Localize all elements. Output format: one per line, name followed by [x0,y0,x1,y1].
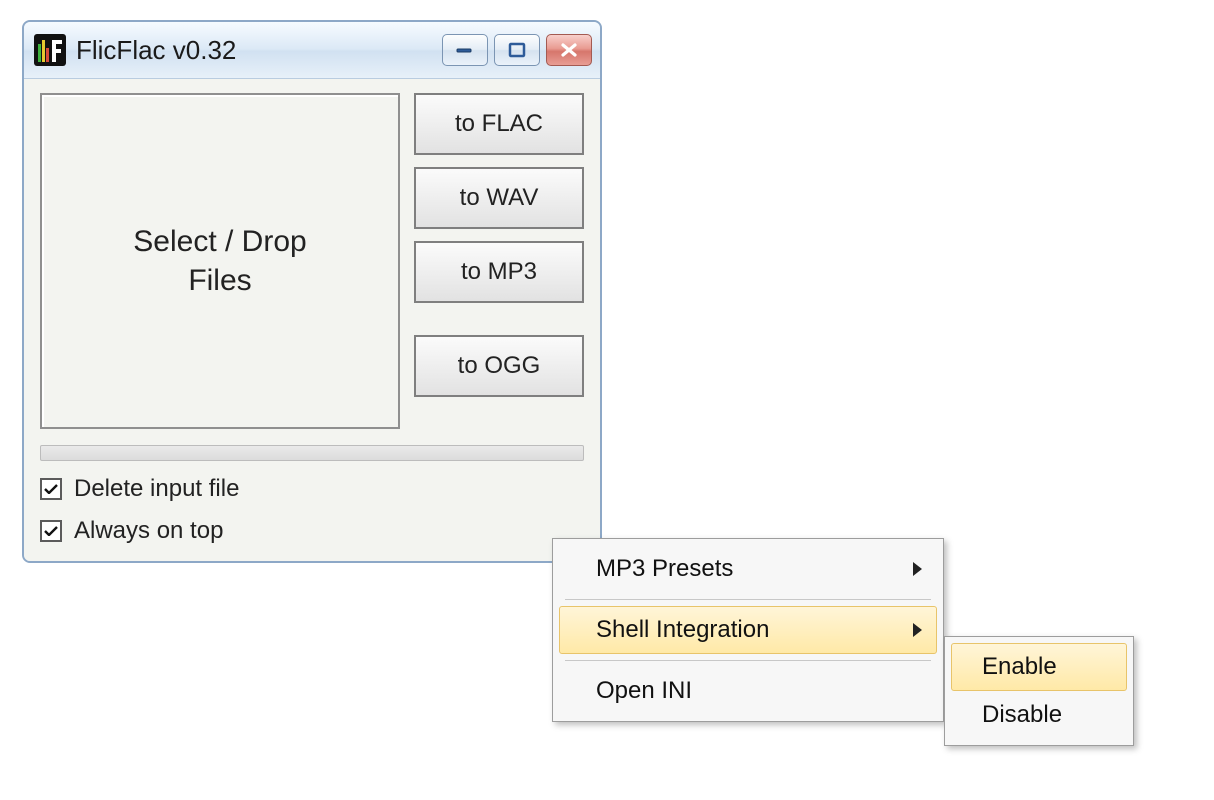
menu-separator [565,660,931,661]
menu-mp3-presets-label: MP3 Presets [596,555,733,583]
delete-input-label: Delete input file [74,475,239,503]
menu-separator [565,599,931,600]
menu-open-ini[interactable]: Open INI [559,667,937,715]
menu-shell-integration-label: Shell Integration [596,616,769,644]
context-menu: MP3 Presets Shell Integration Open INI [552,538,944,722]
option-delete-input[interactable]: Delete input file [40,475,584,503]
submenu-enable[interactable]: Enable [951,643,1127,691]
window-controls [442,34,592,66]
delete-input-checkbox[interactable] [40,478,62,500]
app-icon [34,34,66,66]
titlebar[interactable]: FlicFlac v0.32 [24,22,600,79]
option-always-on-top[interactable]: Always on top [40,517,584,545]
checkmark-icon [44,484,58,494]
submenu-enable-label: Enable [982,653,1057,681]
drop-zone-label: Select / Drop Files [133,222,306,300]
close-button[interactable] [546,34,592,66]
submenu-disable[interactable]: Disable [951,691,1127,739]
window-title: FlicFlac v0.32 [76,35,442,66]
menu-open-ini-label: Open INI [596,677,692,705]
to-mp3-button[interactable]: to MP3 [414,241,584,303]
to-ogg-label: to OGG [458,352,541,380]
app-window: FlicFlac v0.32 Select / Drop Fil [22,20,602,563]
always-on-top-checkbox[interactable] [40,520,62,542]
minimize-button[interactable] [442,34,488,66]
progress-bar [40,445,584,461]
menu-shell-integration[interactable]: Shell Integration [559,606,937,654]
to-wav-label: to WAV [460,184,539,212]
format-buttons: to FLAC to WAV to MP3 to OGG [414,93,584,429]
to-wav-button[interactable]: to WAV [414,167,584,229]
always-on-top-label: Always on top [74,517,223,545]
drop-zone[interactable]: Select / Drop Files [40,93,400,429]
context-submenu: Enable Disable [944,636,1134,746]
to-flac-label: to FLAC [455,110,543,138]
client-area: Select / Drop Files to FLAC to WAV to MP… [24,79,600,561]
maximize-button[interactable] [494,34,540,66]
menu-mp3-presets[interactable]: MP3 Presets [559,545,937,593]
to-ogg-button[interactable]: to OGG [414,335,584,397]
to-mp3-label: to MP3 [461,258,537,286]
to-flac-button[interactable]: to FLAC [414,93,584,155]
checkmark-icon [44,526,58,536]
submenu-disable-label: Disable [982,701,1062,729]
